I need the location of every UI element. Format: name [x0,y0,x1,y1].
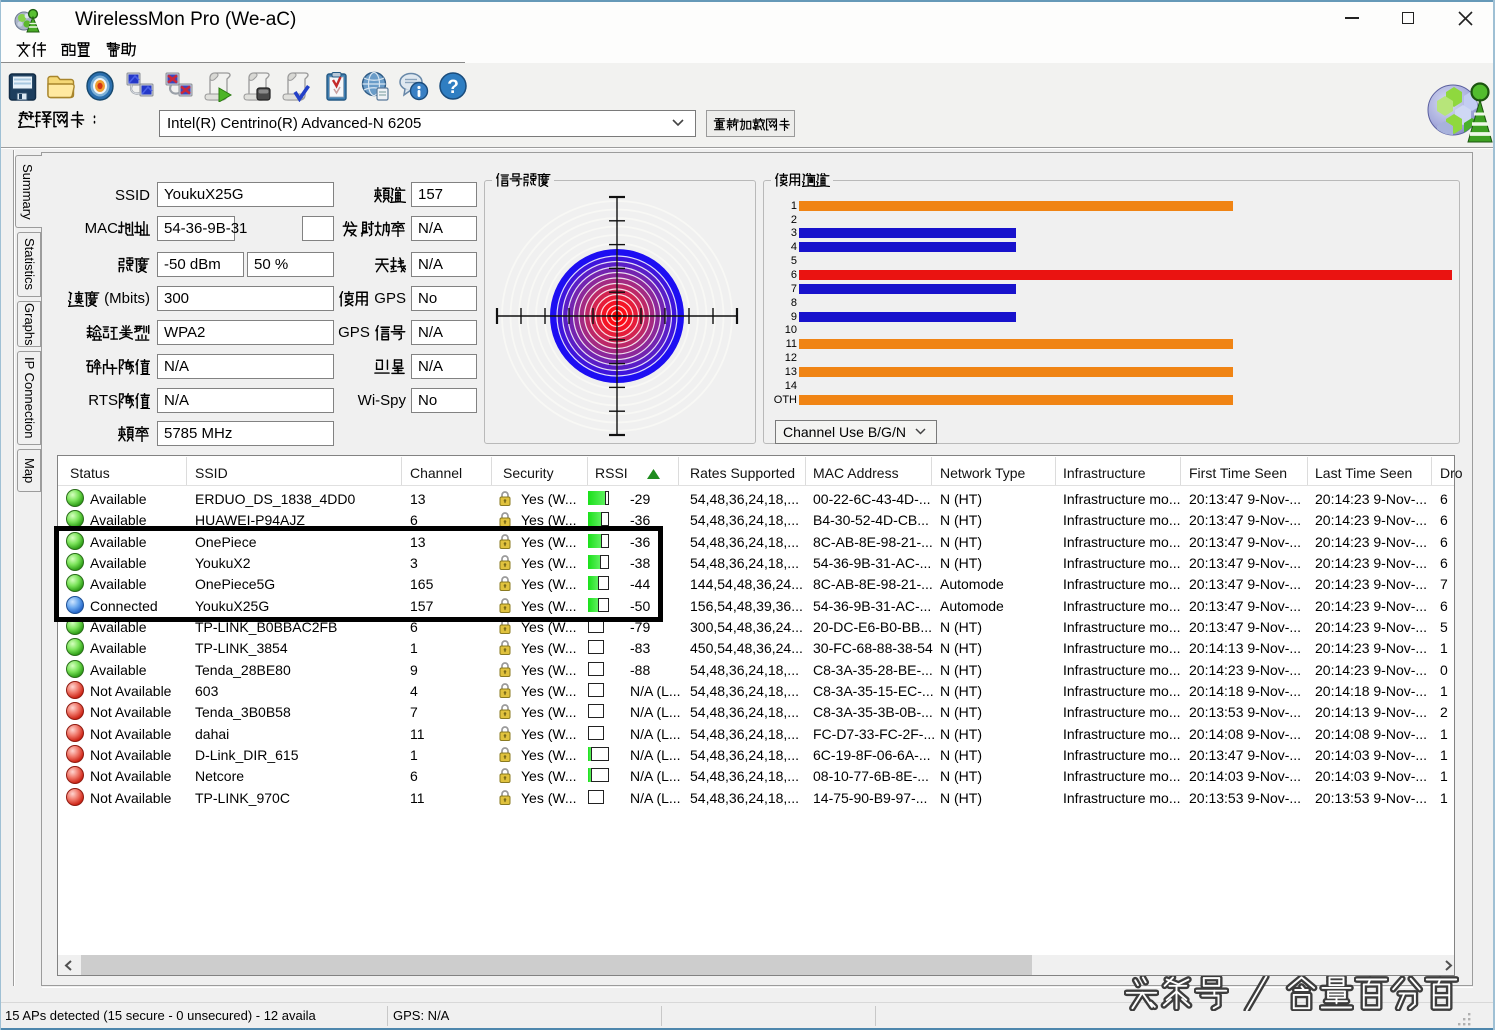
svg-text:?: ? [447,77,459,98]
